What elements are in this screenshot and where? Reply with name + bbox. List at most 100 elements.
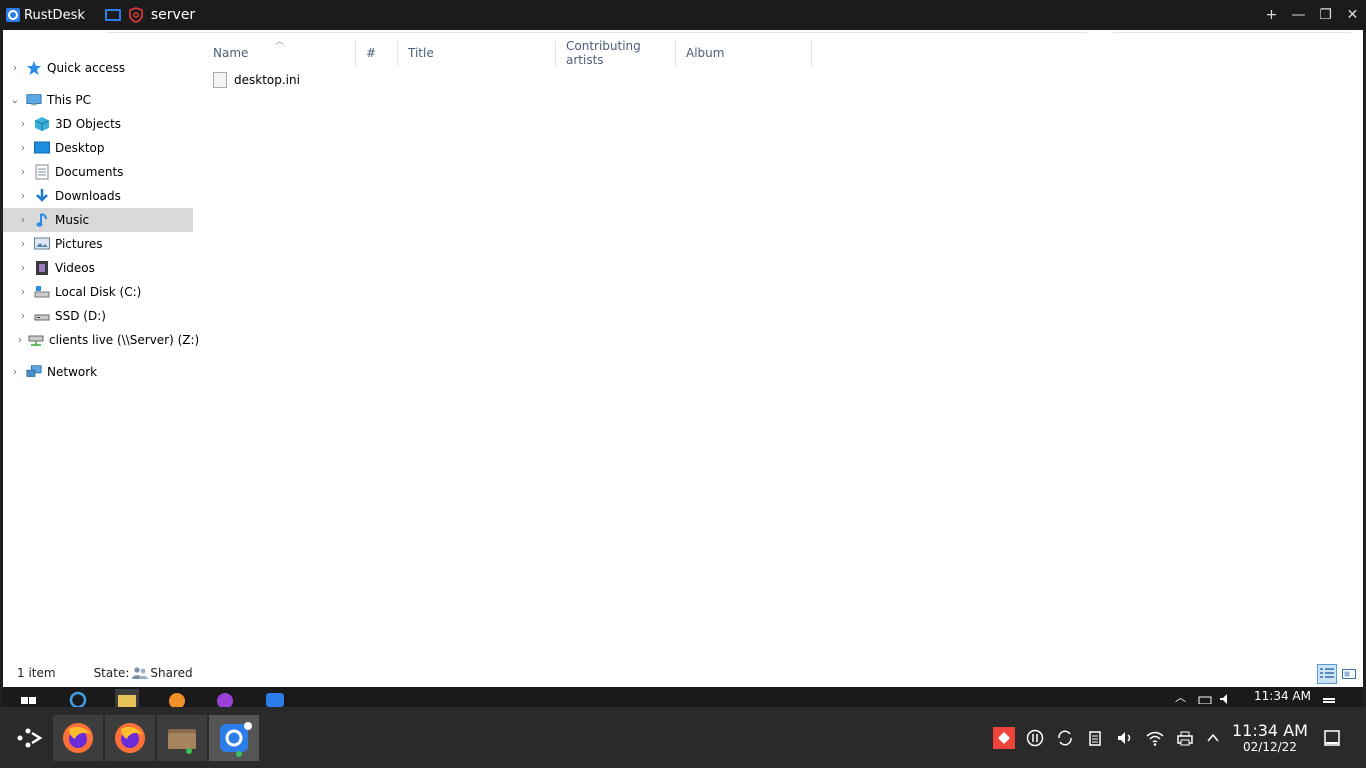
minimize-button[interactable]: — <box>1285 0 1312 30</box>
chevron-right-icon[interactable]: › <box>10 367 20 378</box>
remote-notifications-icon[interactable] <box>1321 689 1337 705</box>
firefox-icon <box>115 723 145 753</box>
column-header-title[interactable]: Title <box>398 40 556 66</box>
firefox-icon[interactable] <box>167 689 187 707</box>
sync-icon[interactable] <box>1053 726 1077 750</box>
download-icon <box>34 188 50 204</box>
column-header-artists[interactable]: Contributing artists <box>556 39 676 67</box>
volume-icon[interactable] <box>1113 726 1137 750</box>
remote-clock[interactable]: 11:34 AM <box>1254 689 1311 703</box>
nav-item-label: Documents <box>55 165 124 179</box>
chevron-right-icon[interactable]: › <box>18 191 28 202</box>
nav-item-pictures[interactable]: › Pictures <box>3 232 193 256</box>
large-icons-view-button[interactable] <box>1339 664 1359 684</box>
tray-overflow-icon[interactable]: ︿ <box>1175 689 1189 704</box>
nav-item-3d-objects[interactable]: › 3D Objects <box>3 112 193 136</box>
rustdesk-logo-icon <box>6 8 20 22</box>
chevron-down-icon[interactable]: ⌄ <box>10 95 20 106</box>
file-row[interactable]: desktop.ini <box>213 72 300 88</box>
task-rustdesk[interactable] <box>209 715 259 761</box>
details-view-button[interactable] <box>1317 664 1337 684</box>
music-icon <box>34 212 50 228</box>
nav-item-videos[interactable]: › Videos <box>3 256 193 280</box>
edge-icon[interactable] <box>69 689 87 707</box>
rustdesk-icon <box>220 722 252 757</box>
chevron-right-icon[interactable]: › <box>18 215 28 226</box>
app-launcher-icon[interactable] <box>14 723 44 753</box>
state-label: State: <box>93 666 130 680</box>
nav-item-ssd-d[interactable]: › SSD (D:) <box>3 304 193 328</box>
messenger-icon[interactable] <box>215 689 235 707</box>
host-time: 11:34 AM <box>1232 721 1308 740</box>
rustdesk-logo: RustDesk <box>6 8 85 23</box>
nav-item-this-pc[interactable]: ⌄ This PC <box>3 88 193 112</box>
chevron-right-icon[interactable]: › <box>18 143 28 154</box>
tab-server[interactable]: server <box>104 7 195 23</box>
file-explorer-icon[interactable] <box>115 689 139 707</box>
picture-icon <box>34 236 50 252</box>
search-box[interactable] <box>1113 30 1351 33</box>
nav-item-label: clients live (\\Server) (Z:) <box>49 333 200 347</box>
chevron-right-icon[interactable]: › <box>10 63 20 74</box>
nav-item-label: Quick access <box>47 61 126 75</box>
host-clock[interactable]: 11:34 AM 02/12/22 <box>1232 721 1308 754</box>
address-bar[interactable] <box>107 30 1087 33</box>
nav-item-label: Music <box>55 213 90 227</box>
chevron-right-icon[interactable]: › <box>18 119 28 130</box>
nav-item-downloads[interactable]: › Downloads <box>3 184 193 208</box>
column-header-number[interactable]: # <box>356 40 398 66</box>
firefox-icon <box>63 723 93 753</box>
large-icons-view-icon <box>1342 669 1356 679</box>
rustdesk-taskbar-icon[interactable] <box>265 689 285 707</box>
cube-icon <box>34 116 50 132</box>
nav-item-quick-access[interactable]: › Quick access <box>3 56 193 80</box>
remote-volume-icon[interactable] <box>1219 689 1235 704</box>
column-header-number-label: # <box>366 46 377 60</box>
nav-item-label: Pictures <box>55 237 103 251</box>
column-header-artists-label: Contributing artists <box>566 39 641 67</box>
nav-item-label: Network <box>47 365 98 379</box>
share-state: State: Shared <box>94 666 193 680</box>
clipboard-icon[interactable] <box>1083 726 1107 750</box>
nav-item-label: Desktop <box>55 141 105 155</box>
state-value: Shared <box>150 666 193 680</box>
task-file-manager[interactable] <box>157 715 207 761</box>
chevron-right-icon[interactable]: › <box>18 335 22 346</box>
nav-item-music[interactable]: › Music <box>3 208 193 232</box>
item-count: 1 item <box>17 666 56 680</box>
nav-item-label: 3D Objects <box>55 117 122 131</box>
remote-windows-taskbar: ︿ 11:34 AM <box>3 687 1363 707</box>
nav-item-documents[interactable]: › Documents <box>3 160 193 184</box>
task-firefox-2[interactable] <box>105 715 155 761</box>
column-header-album[interactable]: Album <box>676 40 812 66</box>
windows-start-icon[interactable] <box>21 689 37 705</box>
chevron-right-icon[interactable]: › <box>18 167 28 178</box>
task-firefox-1[interactable] <box>53 715 103 761</box>
chevron-right-icon[interactable]: › <box>18 239 28 250</box>
wifi-icon[interactable] <box>1143 726 1167 750</box>
toolbar-remnant <box>3 30 1363 34</box>
remote-network-icon[interactable] <box>1197 689 1213 705</box>
sort-ascending-icon: ︿ <box>275 37 285 47</box>
chevron-right-icon[interactable]: › <box>18 263 28 274</box>
disk-icon <box>34 284 50 300</box>
view-switcher <box>1315 664 1359 684</box>
close-button[interactable]: ✕ <box>1339 0 1366 30</box>
chevron-right-icon[interactable]: › <box>18 311 28 322</box>
tray-expand-icon[interactable] <box>1201 726 1225 750</box>
add-tab-button[interactable]: + <box>1258 0 1285 30</box>
printer-icon[interactable] <box>1173 726 1197 750</box>
pause-icon[interactable] <box>1023 726 1047 750</box>
nav-item-desktop[interactable]: › Desktop <box>3 136 193 160</box>
column-header-name-label: Name <box>213 46 249 60</box>
file-name: desktop.ini <box>234 73 300 87</box>
show-desktop-icon[interactable] <box>1320 726 1344 750</box>
nav-item-local-disk-c[interactable]: › Local Disk (C:) <box>3 280 193 304</box>
chevron-right-icon[interactable]: › <box>18 287 28 298</box>
nav-item-network[interactable]: › Network <box>3 360 193 384</box>
nav-item-clients-live-server-z[interactable]: › clients live (\\Server) (Z:) <box>3 328 199 352</box>
column-header-name[interactable]: ︿ Name <box>203 37 356 66</box>
restore-button[interactable]: ❐ <box>1312 0 1339 30</box>
drive-icon <box>34 308 50 324</box>
anydesk-tray-icon[interactable] <box>992 726 1016 750</box>
